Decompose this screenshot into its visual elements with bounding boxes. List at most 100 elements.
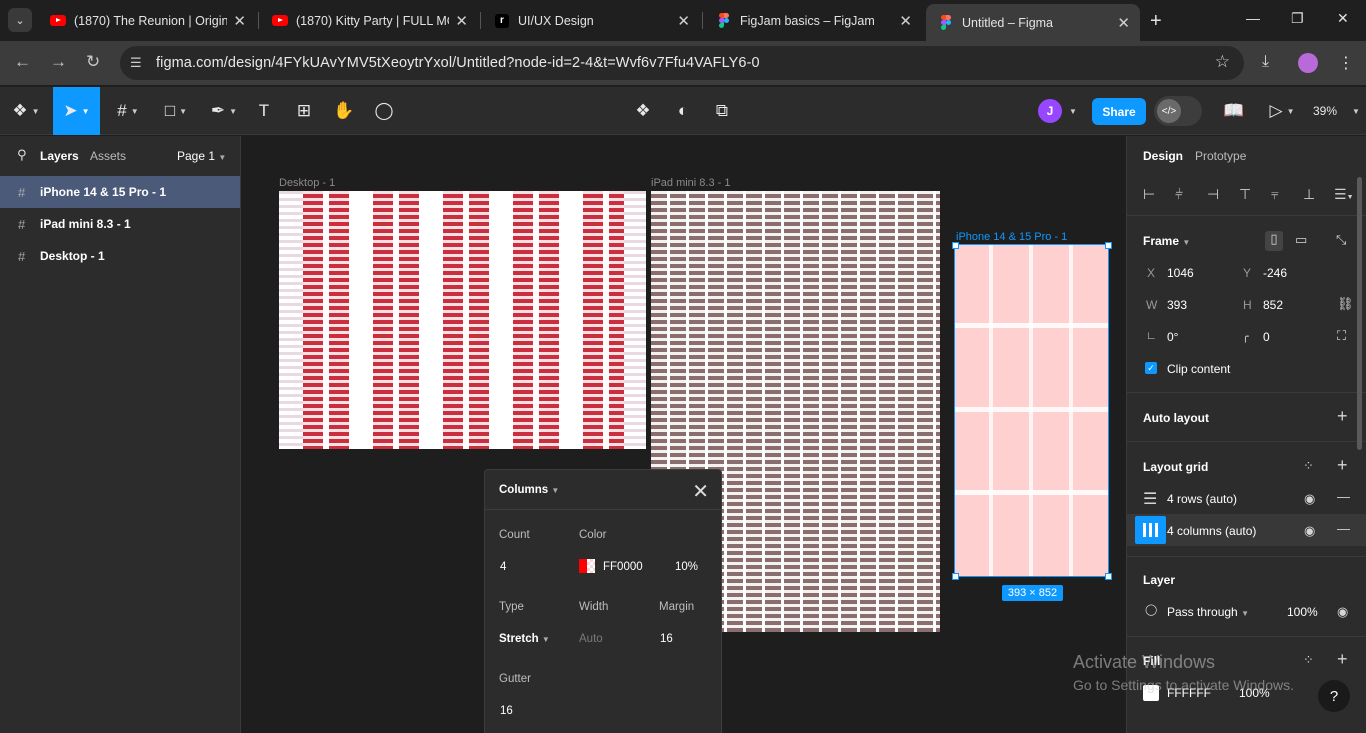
add-auto-layout-icon[interactable]: + [1337,406,1348,427]
resize-handle[interactable] [1105,573,1112,580]
align-right-icon[interactable]: ⊣ [1207,186,1219,203]
page-selector[interactable]: Page 1 ▼ [177,149,226,163]
columns-grid-icon[interactable] [1135,516,1166,544]
frame-label-ipad[interactable]: iPad mini 8.3 - 1 [651,177,730,189]
hand-tool-button[interactable]: ✋ [332,87,356,135]
library-button[interactable]: 📖 [1222,87,1246,135]
h-input[interactable]: 852 [1263,298,1283,312]
frame-label-iphone[interactable]: iPhone 14 & 15 Pro - 1 [956,231,1067,243]
blend-mode-dropdown[interactable]: Pass through ▼ [1167,605,1249,619]
back-icon[interactable]: ← [14,52,31,72]
layer-opacity-input[interactable]: 100% [1287,605,1318,619]
fill-styles-icon[interactable]: ⁘ [1303,652,1314,668]
grid-color-swatch[interactable] [579,559,595,573]
clip-content-checkbox[interactable]: ✓ [1145,362,1157,374]
frame-desktop[interactable] [279,191,646,449]
minimize-icon[interactable]: — [1246,10,1260,26]
mask-button[interactable]: ◐ [671,87,695,135]
present-button[interactable]: ▷ ▼ [1265,87,1299,135]
search-icon[interactable]: ⚲ [17,147,27,163]
align-bottom-icon[interactable]: ⊥ [1303,186,1315,203]
align-left-icon[interactable]: ⊢ [1143,186,1155,203]
layer-item-iphone[interactable]: # iPhone 14 & 15 Pro - 1 [0,176,240,208]
site-settings-icon[interactable]: ☰ [130,55,148,71]
align-center-h-icon[interactable]: ⫩ [1175,186,1183,203]
layer-item-ipad[interactable]: # iPad mini 8.3 - 1 [0,208,240,240]
resize-handle[interactable] [952,242,959,249]
tab-search-button[interactable]: ⌄ [8,8,32,32]
bookmark-star-icon[interactable]: ☆ [1215,52,1230,72]
color-opacity-input[interactable]: 10% [675,561,698,573]
browser-tab-4[interactable]: FigJam basics – FigJam ✕ [704,0,922,41]
resources-button[interactable]: ⊞ [292,87,316,135]
gutter-input[interactable]: 16 [500,705,513,717]
close-tab-icon[interactable]: ✕ [677,12,690,30]
share-button[interactable]: Share [1092,98,1146,125]
tab-layers[interactable]: Layers [40,149,79,163]
shape-tool-button[interactable]: □ ▼ [156,87,196,135]
close-icon[interactable]: ✕ [692,479,709,504]
add-fill-icon[interactable]: + [1337,649,1348,670]
eye-icon[interactable]: ◉ [1337,604,1348,620]
profile-avatar[interactable] [1298,53,1318,73]
reload-icon[interactable]: ↻ [86,52,100,72]
align-center-v-icon[interactable]: ⫧ [1271,186,1279,203]
close-tab-icon[interactable]: ✕ [1117,14,1130,32]
count-input[interactable]: 4 [500,561,506,573]
properties-scrollbar[interactable] [1357,177,1362,450]
columns-grid-label[interactable]: 4 columns (auto) [1167,524,1256,538]
tab-assets[interactable]: Assets [90,149,126,163]
frame-tool-button[interactable]: # ▼ [108,87,148,135]
color-hex-input[interactable]: FF0000 [603,561,643,573]
user-avatar[interactable]: J [1038,99,1062,123]
zoom-level[interactable]: 39% [1313,104,1337,118]
w-input[interactable]: 393 [1167,298,1187,312]
browser-tab-2[interactable]: (1870) Kitty Party | FULL MO ✕ [260,0,478,41]
rows-grid-icon[interactable]: ☰ [1143,489,1157,509]
layer-item-desktop[interactable]: # Desktop - 1 [0,240,240,272]
rows-grid-label[interactable]: 4 rows (auto) [1167,492,1237,506]
browser-tab-3[interactable]: r UI/UX Design ✕ [482,0,700,41]
y-input[interactable]: -246 [1263,266,1287,280]
remove-icon[interactable]: — [1337,489,1350,504]
close-window-icon[interactable]: ✕ [1337,10,1349,27]
download-icon[interactable]: ⤓ [1262,53,1269,71]
constrain-proportions-icon[interactable]: ⛓ [1337,296,1354,312]
close-tab-icon[interactable]: ✕ [233,12,246,30]
browser-menu-icon[interactable]: ⋮ [1338,53,1354,73]
margin-input[interactable]: 16 [660,633,673,645]
distribute-icon[interactable]: ☰▼ [1334,186,1354,203]
browser-tab-1[interactable]: (1870) The Reunion | Origina ✕ [38,0,256,41]
width-input[interactable]: Auto [579,633,603,645]
x-input[interactable]: 1046 [1167,266,1194,280]
url-field[interactable]: ☰ figma.com/design/4FYkUAvYMV5tXeoytrYxo… [120,46,1244,80]
frame-label-desktop[interactable]: Desktop - 1 [279,177,335,189]
chevron-down-icon[interactable]: ▼ [1066,87,1080,135]
frame-section-title[interactable]: Frame ▼ [1143,234,1190,248]
comment-tool-button[interactable]: ◯ [372,87,396,135]
new-tab-icon[interactable]: + [1150,10,1162,33]
move-tool-button[interactable]: ➤ ▼ [53,87,100,135]
radius-input[interactable]: 0 [1263,330,1270,344]
resize-handle[interactable] [1105,242,1112,249]
tab-design[interactable]: Design [1143,149,1183,163]
zoom-chevron-icon[interactable]: ▼ [1351,87,1361,135]
dev-mode-toggle[interactable]: </> [1154,96,1202,126]
eye-icon[interactable]: ◉ [1304,523,1315,539]
independent-corners-icon[interactable]: ⛶ [1337,328,1346,344]
grid-styles-icon[interactable]: ⁘ [1303,458,1314,474]
rotation-input[interactable]: 0° [1167,330,1178,344]
eye-icon[interactable]: ◉ [1304,491,1315,507]
landscape-icon[interactable]: ▭ [1295,232,1307,248]
resize-to-fit-icon[interactable]: ⤡ [1336,232,1346,248]
close-tab-icon[interactable]: ✕ [455,12,468,30]
main-menu-button[interactable]: ❖ ▼ [6,87,46,135]
forward-icon[interactable]: → [50,52,67,72]
browser-tab-5-active[interactable]: Untitled – Figma ✕ [926,4,1140,41]
help-button[interactable]: ? [1318,680,1350,712]
add-grid-icon[interactable]: + [1337,455,1348,476]
crop-button[interactable]: ⧉ [710,87,734,135]
align-top-icon[interactable]: ⊤ [1239,186,1251,203]
type-dropdown[interactable]: Stretch ▼ [499,633,550,645]
frame-iphone-selected[interactable] [954,244,1109,577]
